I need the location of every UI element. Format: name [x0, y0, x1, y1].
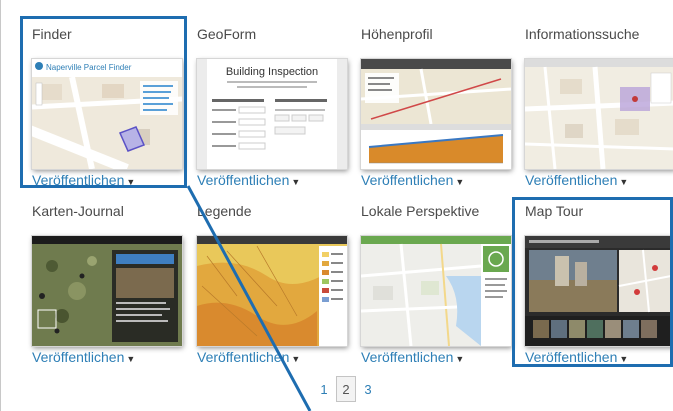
template-tile-geoform[interactable]: GeoForm Building Inspection Veröffentlic… — [197, 26, 347, 206]
tile-title: Informationssuche — [525, 26, 640, 42]
publish-label: Veröffentlichen — [32, 349, 125, 365]
template-thumbnail[interactable] — [32, 236, 182, 346]
caret-down-icon: ▼ — [126, 354, 136, 364]
template-thumbnail[interactable] — [525, 59, 673, 169]
geoform-thumbnail-image: Building Inspection — [197, 59, 347, 169]
caret-down-icon: ▼ — [619, 177, 629, 187]
template-thumbnail[interactable] — [361, 59, 511, 169]
highlight-box-map-tour — [512, 197, 673, 367]
caret-down-icon: ▼ — [291, 177, 301, 187]
caret-down-icon: ▼ — [455, 354, 465, 364]
informationssuche-thumbnail-image — [525, 59, 673, 169]
publish-label: Veröffentlichen — [197, 172, 290, 188]
publish-dropdown[interactable]: Veröffentlichen ▼ — [361, 172, 464, 188]
hoehenprofil-thumbnail-image — [361, 59, 511, 169]
template-tile-lokale-perspektive[interactable]: Lokale Perspektive Veröffentlichen ▼ — [361, 203, 511, 383]
tile-title: GeoForm — [197, 26, 257, 42]
publish-dropdown[interactable]: Veröffentlichen ▼ — [32, 349, 135, 365]
template-thumbnail[interactable]: Building Inspection — [197, 59, 347, 169]
template-tile-informationssuche[interactable]: Informationssuche Veröffentlichen ▼ — [525, 26, 673, 206]
publish-label: Veröffentlichen — [361, 349, 454, 365]
tile-title: Lokale Perspektive — [361, 203, 480, 219]
lokale-perspektive-thumbnail-image — [361, 236, 511, 346]
tile-title: Karten-Journal — [32, 203, 124, 219]
publish-dropdown[interactable]: Veröffentlichen ▼ — [197, 172, 300, 188]
karten-journal-thumbnail-image — [32, 236, 182, 346]
publish-dropdown[interactable]: Veröffentlichen ▼ — [197, 349, 300, 365]
highlight-box-finder — [20, 16, 187, 188]
publish-label: Veröffentlichen — [361, 172, 454, 188]
legende-thumbnail-image — [197, 236, 347, 346]
page-link-current[interactable]: 2 — [336, 376, 356, 402]
caret-down-icon: ▼ — [455, 177, 465, 187]
template-tile-legende[interactable]: Legende Veröffentlichen ▼ — [197, 203, 347, 383]
template-thumbnail[interactable] — [361, 236, 511, 346]
publish-label: Veröffentlichen — [525, 172, 618, 188]
thumbnail-caption: Building Inspection — [226, 66, 318, 78]
page-link-1[interactable]: 1 — [314, 376, 334, 402]
template-thumbnail[interactable] — [197, 236, 347, 346]
tile-title: Legende — [197, 203, 252, 219]
template-gallery: Finder Naperville Parcel Finder Veröffen… — [0, 0, 673, 411]
publish-dropdown[interactable]: Veröffentlichen ▼ — [361, 349, 464, 365]
publish-dropdown[interactable]: Veröffentlichen ▼ — [525, 172, 628, 188]
template-tile-karten-journal[interactable]: Karten-Journal Veröffentlichen ▼ — [32, 203, 182, 383]
page-link-3[interactable]: 3 — [358, 376, 378, 402]
template-tile-hoehenprofil[interactable]: Höhenprofil Veröffentlichen ▼ — [361, 26, 511, 206]
tile-title: Höhenprofil — [361, 26, 433, 42]
divider — [0, 0, 1, 411]
caret-down-icon: ▼ — [291, 354, 301, 364]
publish-label: Veröffentlichen — [197, 349, 290, 365]
